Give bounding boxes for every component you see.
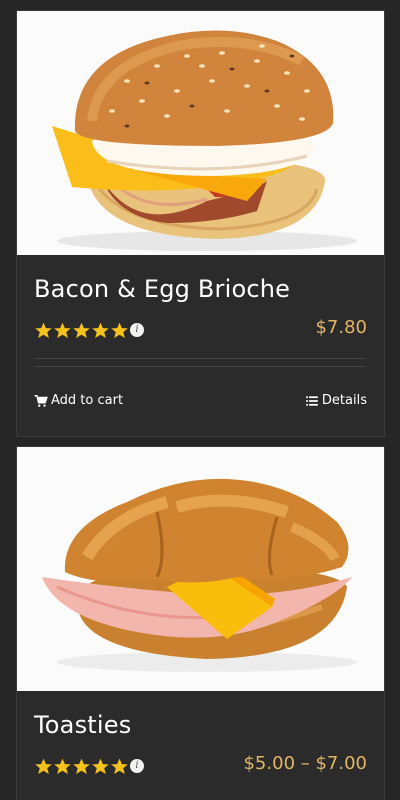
add-to-cart-label: Add to cart: [51, 393, 124, 408]
star-icon: [54, 322, 71, 338]
add-to-cart-button[interactable]: Add to cart: [34, 393, 123, 408]
star-icon: [73, 322, 90, 338]
cart-icon: [34, 394, 48, 407]
star-icon: [111, 758, 128, 774]
star-icon: [35, 758, 52, 774]
star-rating: i: [34, 755, 144, 777]
list-icon: [306, 395, 318, 406]
star-icon: [35, 322, 52, 338]
star-icon: [54, 758, 71, 774]
product-list: Bacon & Egg Brioche i $7.80 Add to cart: [0, 0, 400, 800]
star-icon: [111, 322, 128, 338]
star-icon: [73, 758, 90, 774]
info-icon[interactable]: i: [130, 323, 144, 337]
details-label: Details: [321, 393, 367, 408]
product-card: Toasties i $5.00 – $7.00: [16, 446, 385, 800]
product-image-bacon-egg-brioche[interactable]: [17, 11, 384, 255]
info-icon[interactable]: i: [130, 759, 144, 773]
product-title[interactable]: Bacon & Egg Brioche: [34, 275, 290, 303]
product-title[interactable]: Toasties: [34, 711, 131, 739]
product-price: $7.80: [315, 317, 367, 338]
product-card: Bacon & Egg Brioche i $7.80 Add to cart: [16, 10, 385, 437]
divider: [34, 366, 366, 367]
star-rating: i: [34, 319, 144, 341]
product-price: $5.00 – $7.00: [243, 753, 367, 774]
divider: [34, 358, 366, 359]
star-icon: [92, 322, 109, 338]
product-image-toasties[interactable]: [17, 447, 384, 691]
star-icon: [92, 758, 109, 774]
details-button[interactable]: Details: [305, 393, 367, 408]
card-actions: Add to cart Details: [34, 393, 367, 413]
